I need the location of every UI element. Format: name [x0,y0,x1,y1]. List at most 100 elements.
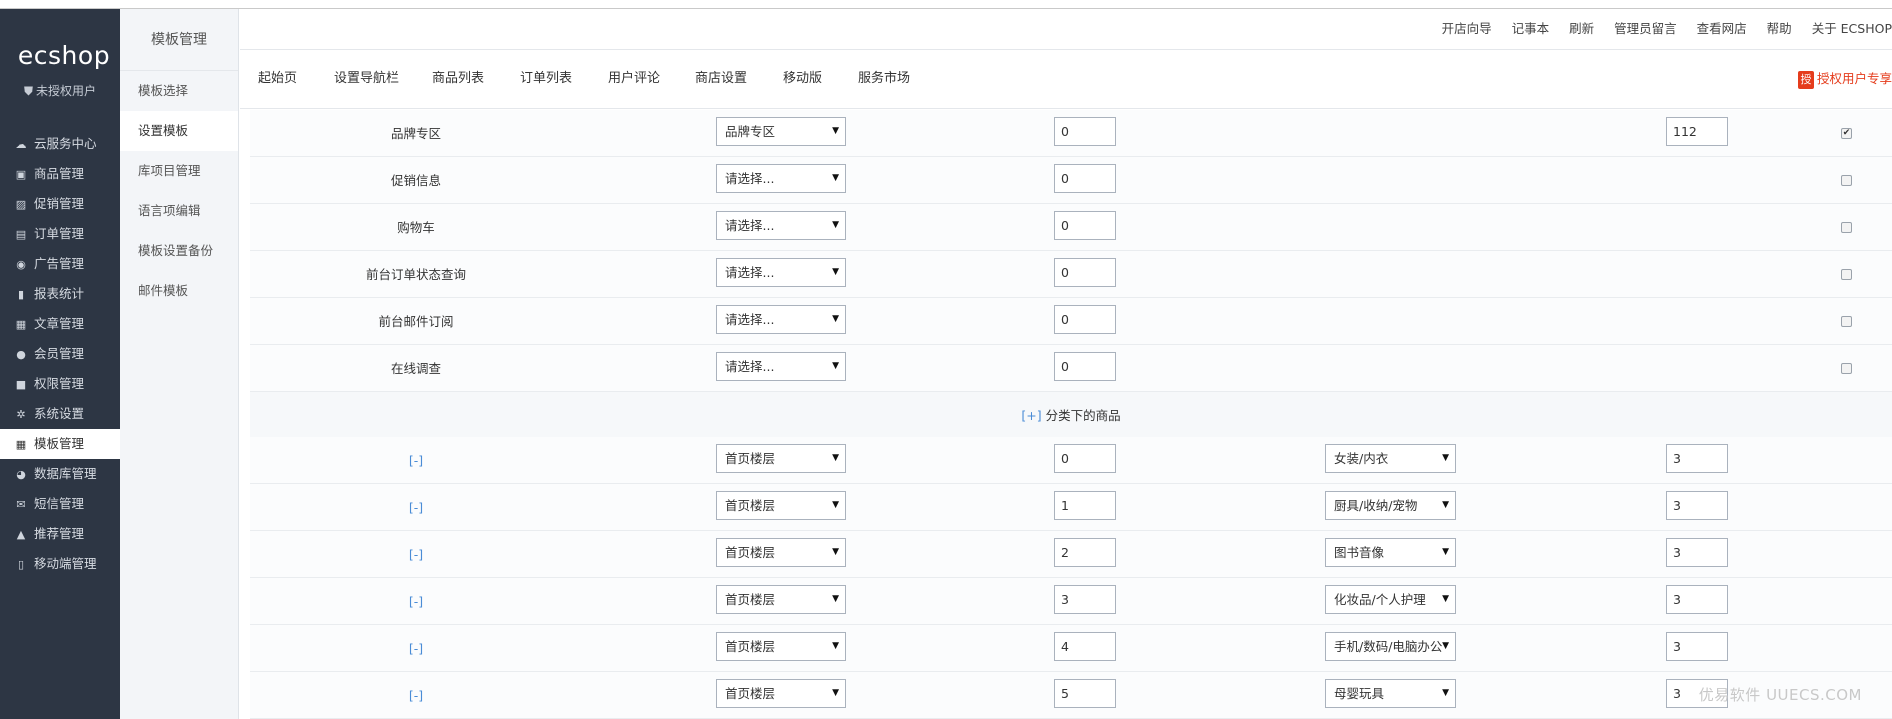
collapse-toggle[interactable]: [-] [409,453,423,468]
subnav-item[interactable]: 模板选择 [120,71,238,111]
nav-tab[interactable]: 订单列表 [520,50,572,108]
sidebar-item[interactable]: ▣ 商品管理 [0,159,120,189]
sidebar-item[interactable]: ▮ 报表统计 [0,279,120,309]
sidebar-item[interactable]: ▲ 推荐管理 [0,519,120,549]
enable-checkbox[interactable] [1841,316,1852,327]
subnav-item[interactable]: 设置模板 [120,111,238,151]
sidebar-item[interactable]: ◕ 数据库管理 [0,459,120,489]
util-link[interactable]: 开店向导 [1442,21,1492,36]
nav-tab[interactable]: 移动版 [783,50,822,108]
enable-checkbox[interactable] [1841,175,1852,186]
collapse-toggle[interactable]: [-] [409,594,423,609]
sidebar-item[interactable]: ✉ 短信管理 [0,489,120,519]
enable-checkbox[interactable] [1841,363,1852,374]
order-input[interactable]: 0 [1054,352,1116,381]
order-input[interactable]: 0 [1054,211,1116,240]
sidebar-menu: ☁ 云服务中心 ▣ 商品管理 ▨ 促销管理 ▤ 订单管理 ◉ 广告管理 ▮ 报表统计 ▦ 文章管理 ● 会员管… [0,129,120,579]
category-select[interactable]: 化妆品/个人护理 ▼ [1325,585,1456,614]
util-link[interactable]: 管理员留言 [1614,21,1677,36]
chevron-down-icon: ▼ [1442,547,1449,557]
enable-checkbox[interactable] [1841,269,1852,280]
category-select[interactable]: 图书音像 ▼ [1325,538,1456,567]
collapse-toggle[interactable]: [-] [409,641,423,656]
order-input[interactable]: 0 [1054,164,1116,193]
table-row: 前台邮件订阅 请选择... ▼ 0 [250,298,1892,345]
template-settings-table: 品牌专区 品牌专区 ▼ 0 112 ✔ 促销信息 请选择... ▼ 0 购物车 请选择... ▼ 0 前台订… [250,110,1892,719]
subnav-item[interactable]: 模板设置备份 [120,231,238,271]
user-icon: ● [16,348,26,361]
order-input[interactable]: 3 [1054,585,1116,614]
number-input[interactable]: 3 [1666,585,1728,614]
region-select[interactable]: 请选择... ▼ [716,352,846,381]
util-link[interactable]: 查看网店 [1697,21,1747,36]
nav-tab[interactable]: 起始页 [258,50,297,108]
expand-toggle[interactable]: [+] [1021,408,1041,423]
util-link[interactable]: 关于 ECSHOP [1812,21,1892,36]
sidebar-item[interactable]: ■ 权限管理 [0,369,120,399]
category-select[interactable]: 女装/内衣 ▼ [1325,444,1456,473]
sidebar-item-label: 会员管理 [34,346,85,361]
number-input[interactable]: 3 [1666,538,1728,567]
region-select[interactable]: 首页楼层 ▼ [716,538,846,567]
sidebar-item[interactable]: ▦ 模板管理 [0,429,120,459]
user-status: ⛊ 未授权用户 [0,82,120,99]
main-nav: 起始页 设置导航栏 商品列表 订单列表 用户评论 商店设置 移动版 服务市场 授授权用户专享 [240,50,1892,109]
order-input[interactable]: 4 [1054,632,1116,661]
order-input[interactable]: 2 [1054,538,1116,567]
region-select[interactable]: 请选择... ▼ [716,211,846,240]
sidebar-item[interactable]: ✲ 系统设置 [0,399,120,429]
collapse-toggle[interactable]: [-] [409,547,423,562]
nav-tab[interactable]: 商店设置 [695,50,747,108]
region-select[interactable]: 首页楼层 ▼ [716,585,846,614]
order-input[interactable]: 0 [1054,258,1116,287]
sidebar-item[interactable]: ▤ 订单管理 [0,219,120,249]
sidebar-item[interactable]: ● 会员管理 [0,339,120,369]
order-input[interactable]: 0 [1054,305,1116,334]
sidebar-item[interactable]: ◉ 广告管理 [0,249,120,279]
number-input[interactable]: 112 [1666,117,1728,146]
subnav-item[interactable]: 邮件模板 [120,271,238,311]
region-select[interactable]: 品牌专区 ▼ [716,117,846,146]
gear-icon: ✲ [16,408,26,421]
region-select[interactable]: 请选择... ▼ [716,164,846,193]
auth-user-badge[interactable]: 授授权用户专享 [1797,70,1892,89]
collapse-toggle[interactable]: [-] [409,688,423,703]
row-toggle: [-] [250,531,582,578]
number-input[interactable]: 3 [1666,444,1728,473]
number-input[interactable]: 3 [1666,491,1728,520]
order-input[interactable]: 0 [1054,444,1116,473]
region-select[interactable]: 首页楼层 ▼ [716,632,846,661]
region-select[interactable]: 请选择... ▼ [716,258,846,287]
table-row: 在线调查 请选择... ▼ 0 [250,345,1892,392]
order-input[interactable]: 0 [1054,117,1116,146]
nav-tab[interactable]: 用户评论 [608,50,660,108]
nav-tab[interactable]: 服务市场 [858,50,910,108]
region-select[interactable]: 首页楼层 ▼ [716,444,846,473]
number-input[interactable]: 3 [1666,632,1728,661]
sidebar-item[interactable]: ▦ 文章管理 [0,309,120,339]
enable-checkbox[interactable]: ✔ [1841,128,1852,139]
util-link[interactable]: 记事本 [1512,21,1550,36]
util-link[interactable]: 刷新 [1569,21,1594,36]
chevron-down-icon: ▼ [1442,688,1449,698]
region-select[interactable]: 请选择... ▼ [716,305,846,334]
collapse-toggle[interactable]: [-] [409,500,423,515]
category-select[interactable]: 母婴玩具 ▼ [1325,679,1456,708]
subnav-item[interactable]: 语言项编辑 [120,191,238,231]
category-select[interactable]: 手机/数码/电脑办公 ▼ [1325,632,1456,661]
order-input[interactable]: 5 [1054,679,1116,708]
lock-icon: ■ [15,378,27,391]
util-link[interactable]: 帮助 [1767,21,1792,36]
nav-tab[interactable]: 设置导航栏 [334,50,399,108]
region-select[interactable]: 首页楼层 ▼ [716,679,846,708]
order-input[interactable]: 1 [1054,491,1116,520]
sidebar-item[interactable]: ▨ 促销管理 [0,189,120,219]
subnav-item[interactable]: 库项目管理 [120,151,238,191]
enable-checkbox[interactable] [1841,222,1852,233]
region-select[interactable]: 首页楼层 ▼ [716,491,846,520]
sidebar-item[interactable]: ☁ 云服务中心 [0,129,120,159]
category-select[interactable]: 厨具/收纳/宠物 ▼ [1325,491,1456,520]
nav-tab[interactable]: 商品列表 [432,50,484,108]
template-subnav: 模板管理 模板选择 设置模板 库项目管理 语言项编辑 模板设置备份 邮件模板 [120,9,239,719]
sidebar-item[interactable]: ▯ 移动端管理 [0,549,120,579]
